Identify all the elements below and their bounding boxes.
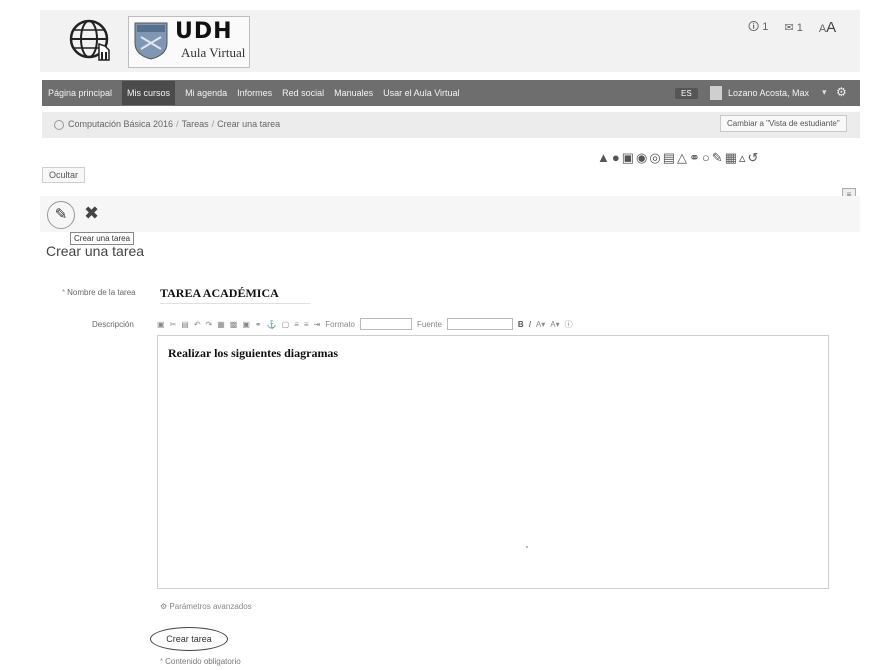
- source-icon[interactable]: ▣: [157, 320, 165, 329]
- nav-item-manuals[interactable]: Manuales: [334, 88, 373, 98]
- task-name-input[interactable]: TAREA ACADÉMICA: [160, 284, 310, 304]
- student-view-button[interactable]: Cambiar a "Vista de estudiante": [720, 115, 847, 132]
- nav-item-home[interactable]: Página principal: [48, 88, 112, 98]
- image-icon[interactable]: ▦: [217, 320, 225, 329]
- undo-icon[interactable]: ↶: [194, 320, 201, 329]
- page-title: Crear una tarea: [46, 243, 145, 259]
- list-ordered-icon[interactable]: ≡: [294, 320, 299, 329]
- aula-virtual-text: Aula Virtual: [181, 45, 246, 60]
- tool-icons-row: ▲ ● ▣ ◉ ◎ ▤ △ ⚭ ○ ✎ ▦ ▵ ↺: [597, 150, 758, 166]
- paste-icon[interactable]: ▤: [181, 320, 189, 329]
- font-size-control[interactable]: AA: [819, 19, 836, 36]
- upload-icon[interactable]: ▲: [597, 150, 610, 166]
- format-select[interactable]: [360, 318, 412, 330]
- cut-icon[interactable]: ✂: [170, 320, 177, 329]
- format-label: Formato: [325, 319, 355, 329]
- description-label: Descripción: [92, 320, 134, 329]
- description-editor[interactable]: Realizar los siguientes diagramas: [157, 335, 829, 589]
- font-label: Fuente: [417, 319, 442, 329]
- anchor-icon[interactable]: ⚓: [267, 320, 277, 329]
- chat-icon[interactable]: ●: [612, 150, 620, 166]
- udh-logo: UDH Aula Virtual: [128, 16, 250, 68]
- link-editor-icon[interactable]: ⚭: [255, 320, 262, 329]
- refresh-icon[interactable]: ↺: [748, 150, 759, 166]
- task-name-label-text: Nombre de la tarea: [67, 288, 136, 297]
- action-icon-band: [40, 196, 860, 232]
- shield-logo-icon: [133, 21, 169, 61]
- required-note: * Contenido obligatorio: [160, 657, 241, 666]
- nav-item-my-courses[interactable]: Mis cursos: [122, 81, 176, 105]
- nav-items: Página principal Mis cursos Mi agenda In…: [48, 80, 460, 106]
- nav-item-social[interactable]: Red social: [282, 88, 324, 98]
- font-large-button[interactable]: A: [826, 19, 836, 36]
- calendar-icon[interactable]: ▦: [725, 150, 737, 166]
- advanced-params-label: Parámetros avanzados: [169, 602, 252, 611]
- media-icon[interactable]: ▣: [242, 320, 250, 329]
- messages-count: 1: [796, 22, 803, 34]
- breadcrumb-tasks[interactable]: Tareas: [182, 119, 209, 129]
- font-select[interactable]: [446, 318, 513, 330]
- main-navbar: Página principal Mis cursos Mi agenda In…: [42, 80, 860, 106]
- table-icon[interactable]: ▩: [230, 320, 238, 329]
- breadcrumb-current: Crear una tarea: [217, 119, 281, 129]
- gear-icon[interactable]: ⚙: [836, 85, 847, 99]
- comment-icon[interactable]: ○: [702, 150, 710, 166]
- hide-button[interactable]: Ocultar: [42, 167, 86, 183]
- editor-cursor-mark: [526, 546, 528, 548]
- insert-icon[interactable]: ▢: [282, 320, 290, 329]
- language-badge[interactable]: ES: [675, 88, 698, 99]
- edit-icon[interactable]: ✎: [712, 150, 723, 166]
- udh-logo-text: UDH: [175, 19, 233, 44]
- nav-item-use-aula[interactable]: Usar el Aula Virtual: [383, 88, 459, 98]
- editor-toolbar: ▣ ✂ ▤ ↶ ↷ ▦ ▩ ▣ ⚭ ⚓ ▢ ≡ ≡ ⇥ Formato Fuen…: [157, 315, 827, 333]
- pencil-icon[interactable]: ✎: [47, 201, 75, 229]
- messages-icon[interactable]: ✉ 1: [784, 21, 802, 34]
- user-avatar[interactable]: [710, 86, 722, 100]
- highlight-icon[interactable]: A▾: [550, 320, 559, 329]
- indent-icon[interactable]: ⇥: [314, 320, 321, 329]
- help-icon[interactable]: ⓘ: [565, 319, 573, 330]
- breadcrumb: Computación Básica 2016/Tareas / Crear una…: [42, 112, 860, 138]
- globe-icon[interactable]: ◎: [649, 150, 660, 166]
- globe-logo-icon: [65, 14, 117, 64]
- advanced-params-link[interactable]: ⚙ Parámetros avanzados: [160, 602, 252, 611]
- users-icon[interactable]: △: [677, 150, 687, 166]
- create-task-button[interactable]: Crear tarea: [150, 627, 228, 651]
- header-tools: 🛈 1 ✉ 1 AA: [748, 18, 836, 37]
- redo-icon[interactable]: ↷: [206, 320, 213, 329]
- document-icon[interactable]: ▣: [622, 150, 634, 166]
- list-unordered-icon[interactable]: ≡: [304, 320, 309, 329]
- user-name[interactable]: Lozano Acosta, Max: [728, 88, 809, 98]
- nav-item-agenda[interactable]: Mi agenda: [185, 88, 227, 98]
- italic-icon[interactable]: I: [529, 320, 531, 329]
- description-text: Realizar los siguientes diagramas: [168, 346, 339, 360]
- breadcrumb-course[interactable]: Computación Básica 2016: [68, 119, 173, 129]
- triangle-icon[interactable]: ▵: [739, 150, 746, 166]
- required-note-text: Contenido obligatorio: [165, 657, 241, 666]
- notifications-count: 1: [762, 21, 769, 33]
- text-color-icon[interactable]: A▾: [536, 320, 545, 329]
- bold-icon[interactable]: B: [518, 320, 524, 329]
- task-name-label: * Nombre de la tarea: [62, 288, 136, 297]
- chevron-down-icon[interactable]: ▾: [822, 87, 827, 98]
- breadcrumb-trail: Computación Básica 2016/Tareas / Crear una…: [68, 119, 281, 129]
- nav-item-reports[interactable]: Informes: [237, 88, 272, 98]
- book-icon[interactable]: ▤: [663, 150, 675, 166]
- home-icon[interactable]: [54, 120, 64, 130]
- link-icon[interactable]: ⚭: [689, 150, 700, 166]
- tools-icon[interactable]: ✖: [84, 203, 99, 224]
- group-icon[interactable]: ◉: [636, 150, 647, 166]
- notifications-icon[interactable]: 🛈 1: [748, 18, 768, 37]
